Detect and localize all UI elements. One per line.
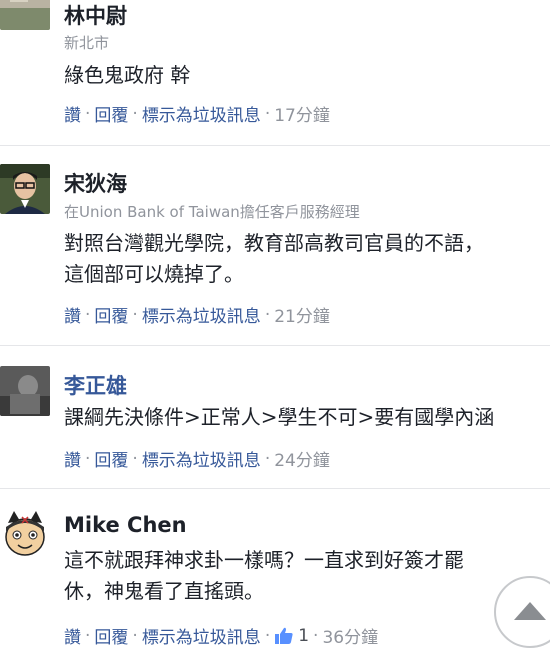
comment-1: 林中尉 新北市 綠色鬼政府 幹 讚 · 回覆 · 標示為垃圾訊息 · 17分鐘 bbox=[0, 0, 550, 146]
comment-4: Mike Chen 這不就跟拜神求卦一樣嗎？一直求到好簽才罷 休，神鬼看了直搖頭… bbox=[0, 489, 550, 672]
mark-spam-link[interactable]: 標示為垃圾訊息 bbox=[142, 302, 261, 327]
commenter-name[interactable]: 李正雄 bbox=[64, 370, 127, 400]
comment-text: 課綱先決條件>正常人>學生不可>要有國學內涵 bbox=[64, 402, 550, 433]
separator: · bbox=[132, 304, 138, 325]
thumbs-up-icon[interactable] bbox=[274, 626, 294, 646]
arrow-up-icon bbox=[514, 602, 546, 620]
separator: · bbox=[313, 625, 319, 646]
like-link[interactable]: 讚 bbox=[64, 101, 81, 126]
mark-spam-link[interactable]: 標示為垃圾訊息 bbox=[142, 101, 261, 126]
separator: · bbox=[85, 103, 91, 124]
timestamp[interactable]: 17分鐘 bbox=[274, 101, 330, 126]
separator: · bbox=[132, 448, 138, 469]
avatar[interactable] bbox=[0, 0, 50, 30]
reply-link[interactable]: 回覆 bbox=[94, 302, 128, 327]
comment-line: 這不就跟拜神求卦一樣嗎？一直求到好簽才罷 bbox=[64, 548, 464, 572]
commenter-location: 新北市 bbox=[64, 34, 110, 52]
avatar[interactable] bbox=[0, 509, 50, 559]
commenter-name[interactable]: Mike Chen bbox=[64, 513, 187, 537]
commenter-name[interactable]: 宋狄海 bbox=[64, 168, 127, 198]
mark-spam-link[interactable]: 標示為垃圾訊息 bbox=[142, 446, 261, 471]
avatar[interactable] bbox=[0, 164, 50, 214]
comment-line: 綠色鬼政府 幹 bbox=[64, 63, 191, 87]
like-count[interactable]: 1 bbox=[298, 626, 309, 646]
comment-actions: 讚 · 回覆 · 標示為垃圾訊息 · 17分鐘 bbox=[64, 101, 330, 127]
timestamp[interactable]: 24分鐘 bbox=[274, 446, 330, 471]
separator: · bbox=[132, 103, 138, 124]
comment-line: 課綱先決條件>正常人>學生不可>要有國學內涵 bbox=[64, 405, 495, 429]
comment-actions: 讚 · 回覆 · 標示為垃圾訊息 · 21分鐘 bbox=[64, 302, 330, 328]
comment-text: 這不就跟拜神求卦一樣嗎？一直求到好簽才罷 休，神鬼看了直搖頭。 bbox=[64, 545, 550, 607]
commenter-name[interactable]: 林中尉 bbox=[64, 0, 127, 30]
separator: · bbox=[264, 448, 271, 469]
comment-line: 休，神鬼看了直搖頭。 bbox=[64, 579, 264, 603]
reply-link[interactable]: 回覆 bbox=[94, 101, 128, 126]
separator: · bbox=[85, 304, 91, 325]
separator: · bbox=[264, 304, 271, 325]
separator: · bbox=[264, 625, 271, 646]
comment-actions: 讚 · 回覆 · 標示為垃圾訊息 · 1 · 36分鐘 bbox=[64, 623, 378, 649]
commenter-job: 在Union Bank of Taiwan擔任客戶服務經理 bbox=[64, 203, 360, 221]
comment-line: 對照台灣觀光學院，教育部高教司官員的不語， bbox=[64, 231, 484, 255]
separator: · bbox=[85, 448, 91, 469]
comment-text: 綠色鬼政府 幹 bbox=[64, 60, 550, 91]
like-link[interactable]: 讚 bbox=[64, 623, 81, 648]
comment-text: 對照台灣觀光學院，教育部高教司官員的不語， 這個部可以燒掉了。 bbox=[64, 228, 550, 290]
comment-line: 這個部可以燒掉了。 bbox=[64, 262, 244, 286]
separator: · bbox=[132, 625, 138, 646]
comment-2: 宋狄海 在Union Bank of Taiwan擔任客戶服務經理 對照台灣觀光… bbox=[0, 146, 550, 346]
separator: · bbox=[264, 103, 271, 124]
comment-actions: 讚 · 回覆 · 標示為垃圾訊息 · 24分鐘 bbox=[64, 446, 330, 472]
separator: · bbox=[85, 625, 91, 646]
timestamp[interactable]: 36分鐘 bbox=[322, 623, 378, 648]
reply-link[interactable]: 回覆 bbox=[94, 446, 128, 471]
like-link[interactable]: 讚 bbox=[64, 302, 81, 327]
comment-3: 李正雄 課綱先決條件>正常人>學生不可>要有國學內涵 讚 · 回覆 · 標示為垃… bbox=[0, 346, 550, 489]
like-link[interactable]: 讚 bbox=[64, 446, 81, 471]
mark-spam-link[interactable]: 標示為垃圾訊息 bbox=[142, 623, 261, 648]
avatar[interactable] bbox=[0, 366, 50, 416]
timestamp[interactable]: 21分鐘 bbox=[274, 302, 330, 327]
reply-link[interactable]: 回覆 bbox=[94, 623, 128, 648]
